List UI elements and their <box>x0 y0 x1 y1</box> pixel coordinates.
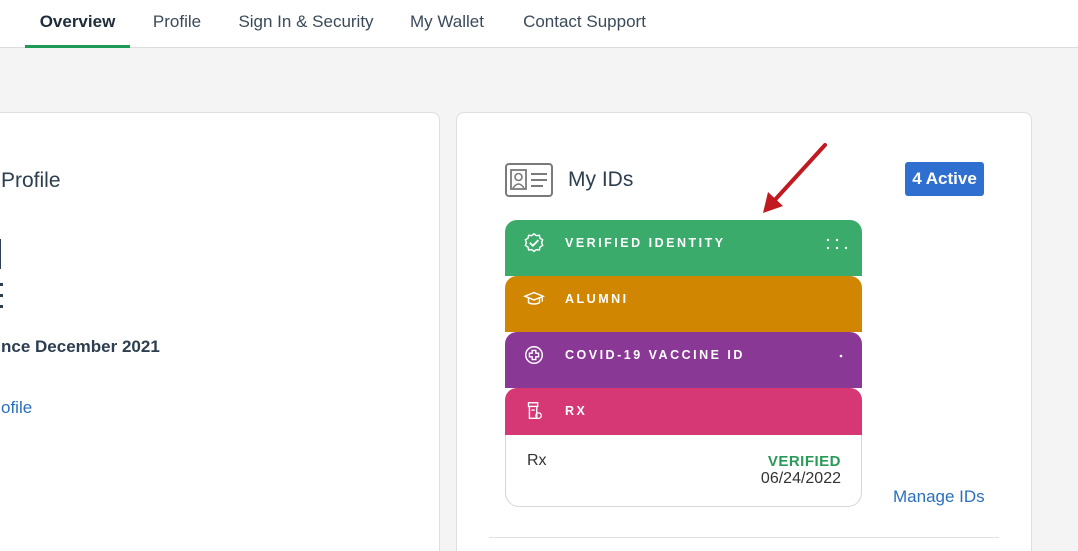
tab-sign-in-security-label: Sign In & Security <box>238 12 374 31</box>
id-label-covid-vaccine: COVID-19 VACCINE ID <box>565 348 745 362</box>
my-ids-title: My IDs <box>568 168 634 191</box>
pattern-dots-icon <box>826 238 848 250</box>
member-since-text: nce December 2021 <box>1 337 160 356</box>
top-navigation: Overview Profile Sign In & Security My W… <box>0 0 1078 48</box>
tab-profile[interactable]: Profile <box>146 0 208 48</box>
tab-overview-label: Overview <box>39 12 116 31</box>
graduation-cap-icon <box>523 291 545 305</box>
annotation-arrow-icon <box>763 143 827 213</box>
verified-badge-icon <box>524 232 544 253</box>
prescription-bottle-icon <box>527 402 542 420</box>
id-card-covid-vaccine[interactable]: COVID-19 VACCINE ID <box>505 332 862 388</box>
tab-my-wallet[interactable]: My Wallet <box>404 0 490 48</box>
card-divider <box>489 537 999 538</box>
active-count-badge: 4 Active <box>905 162 984 196</box>
id-label-verified-identity: VERIFIED IDENTITY <box>565 236 726 250</box>
profile-initial-glyph <box>0 239 1 269</box>
my-ids-card: My IDs 4 Active VERIFIED IDENTITY ALUMNI… <box>456 112 1032 551</box>
tab-sign-in-security[interactable]: Sign In & Security <box>234 0 378 48</box>
tab-overview[interactable]: Overview <box>25 0 130 48</box>
tab-contact-support-label: Contact Support <box>523 12 646 31</box>
id-card-icon <box>505 163 553 197</box>
profile-initial-glyph-2 <box>0 283 3 313</box>
active-tab-underline <box>25 45 130 48</box>
tab-profile-label: Profile <box>152 12 202 31</box>
rx-name: Rx <box>527 452 547 469</box>
id-card-verified-identity[interactable]: VERIFIED IDENTITY <box>505 220 862 276</box>
id-label-alumni: ALUMNI <box>565 292 629 306</box>
tab-my-wallet-label: My Wallet <box>410 12 484 31</box>
profile-card-title: Profile <box>1 169 61 192</box>
id-label-rx: RX <box>565 404 588 418</box>
id-card-alumni[interactable]: ALUMNI <box>505 276 862 332</box>
tab-contact-support[interactable]: Contact Support <box>516 0 653 48</box>
rx-verified-date: 06/24/2022 <box>760 470 841 487</box>
rx-status-badge: VERIFIED <box>767 453 841 470</box>
edit-profile-link[interactable]: ofile <box>1 398 32 418</box>
pattern-dot-icon <box>839 354 843 358</box>
medical-cross-icon <box>525 346 543 364</box>
rx-detail-panel[interactable]: Rx VERIFIED 06/24/2022 <box>505 435 862 507</box>
manage-ids-link[interactable]: Manage IDs <box>893 487 985 507</box>
profile-card: Profile nce December 2021 ofile <box>0 112 440 551</box>
